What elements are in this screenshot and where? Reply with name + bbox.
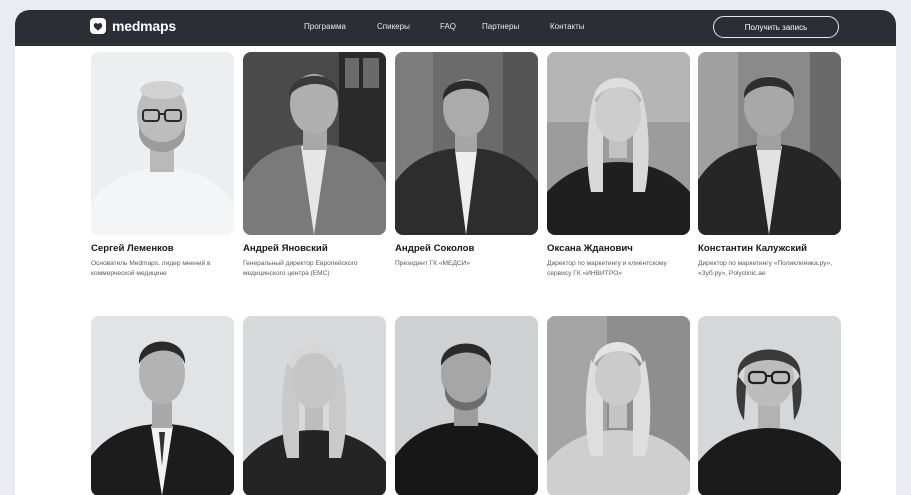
speaker-role: Президент ГК «МЕДСИ» (395, 260, 471, 267)
speaker-photo (91, 52, 234, 235)
speaker-photo (547, 52, 690, 235)
brand-logo[interactable]: medmaps (90, 18, 176, 34)
speaker-photo (395, 52, 538, 235)
speaker-photo (698, 52, 841, 235)
nav-link-partners[interactable]: Партнеры (482, 22, 519, 31)
speaker-role: Директор по маркетингу и клиентскому сер… (547, 260, 667, 277)
speaker-photo (243, 52, 386, 235)
speaker-name: Сергей Леменков (91, 243, 174, 254)
speaker-photo (91, 316, 234, 495)
nav-link-program[interactable]: Программа (304, 22, 346, 31)
speaker-photo (243, 316, 386, 495)
speaker-role: Генеральный директор Европейского медици… (243, 260, 358, 277)
nav-link-contacts[interactable]: Контакты (550, 22, 585, 31)
top-navbar: medmaps Программа Спикеры FAQ Партнеры К… (15, 10, 896, 46)
speaker-role: Директор по маркетингу «Поликлиника.ру»,… (698, 260, 833, 277)
nav-link-faq[interactable]: FAQ (440, 22, 456, 31)
brand-name: medmaps (112, 18, 176, 34)
speaker-name: Андрей Соколов (395, 243, 475, 254)
page-frame: medmaps Программа Спикеры FAQ Партнеры К… (15, 10, 896, 495)
speaker-role: Основатель Medmaps, лидер мнений в комме… (91, 260, 211, 277)
speaker-name: Оксана Жданович (547, 243, 633, 254)
nav-link-speakers[interactable]: Спикеры (377, 22, 410, 31)
speaker-photo (698, 316, 841, 495)
medmaps-logo-icon (90, 18, 106, 34)
speaker-name: Андрей Яновский (243, 243, 328, 254)
get-recording-button[interactable]: Получить запись (713, 16, 839, 38)
speaker-photo (547, 316, 690, 495)
speaker-name: Константин Калужский (698, 243, 808, 254)
speaker-photo (395, 316, 538, 495)
